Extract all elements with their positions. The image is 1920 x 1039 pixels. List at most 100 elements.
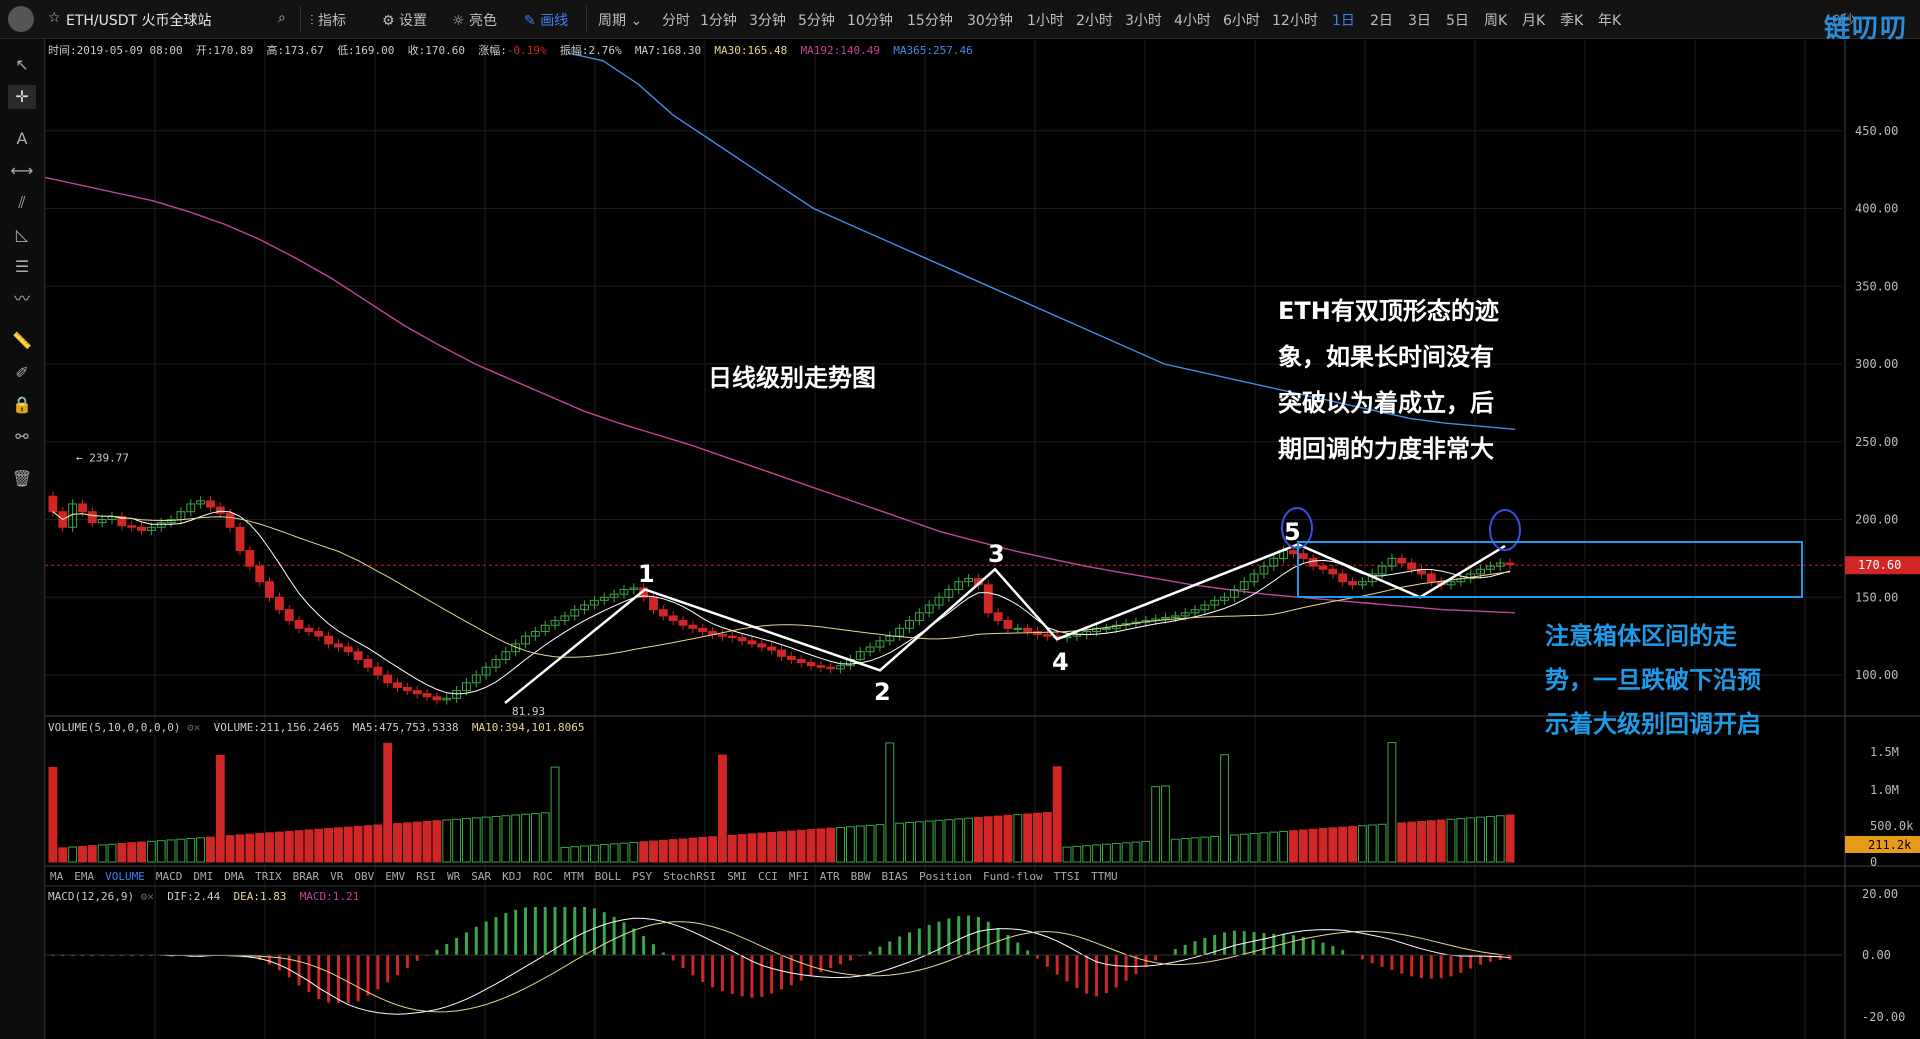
period-20[interactable]: 年K [1598, 10, 1621, 30]
search-icon[interactable]: ⌕ [278, 10, 286, 26]
visibility-icon[interactable]: ⚯ [8, 425, 36, 449]
period-10[interactable]: 4小时 [1174, 10, 1211, 30]
triangle-tool-icon[interactable]: ◺ [8, 223, 36, 247]
indicator-tab-5[interactable]: DMA [224, 870, 244, 883]
crosshair-icon[interactable]: ✛ [8, 85, 36, 109]
brush-icon[interactable]: ✐ [8, 361, 36, 385]
indicator-tab-28[interactable]: TTSI [1054, 870, 1081, 883]
close-icon[interactable]: ✕ [194, 721, 201, 734]
trash-icon[interactable]: 🗑 [8, 467, 36, 491]
macd-histogram-bar [484, 921, 488, 955]
wave-tool-icon[interactable]: 〰 [8, 287, 36, 311]
channel-tool-icon[interactable]: ⫽ [8, 191, 36, 215]
indicator-tab-23[interactable]: ATR [820, 870, 840, 883]
star-icon[interactable]: ☆ [48, 10, 61, 26]
indicator-tab-29[interactable]: TTMU [1091, 870, 1118, 883]
period-8[interactable]: 2小时 [1076, 10, 1113, 30]
indicator-tab-0[interactable]: MA [50, 870, 63, 883]
indicator-tab-9[interactable]: OBV [354, 870, 374, 883]
period-13[interactable]: 1日 [1332, 10, 1355, 30]
indicator-tab-12[interactable]: WR [447, 870, 460, 883]
period-dropdown[interactable]: 周期 ⌄ [598, 10, 642, 30]
cursor-icon[interactable]: ↖ [8, 53, 36, 77]
period-2[interactable]: 3分钟 [749, 10, 786, 30]
indicator-tab-15[interactable]: ROC [533, 870, 553, 883]
period-15[interactable]: 3日 [1408, 10, 1431, 30]
macd-label: MACD(12,26,9) [48, 890, 135, 903]
indicator-tab-16[interactable]: MTM [564, 870, 584, 883]
candle-body [402, 686, 412, 692]
draw-button[interactable]: ✎ 画线 [524, 10, 568, 30]
indicator-tab-18[interactable]: PSY [632, 870, 652, 883]
volume-bar [708, 836, 718, 863]
period-7[interactable]: 1小时 [1027, 10, 1064, 30]
low-marker: 81.93 [512, 705, 545, 718]
volume-bar [117, 843, 127, 863]
fibonacci-tool-icon[interactable]: ☰ [8, 255, 36, 279]
volume-bar [1456, 818, 1466, 863]
indicator-tab-22[interactable]: MFI [789, 870, 809, 883]
candle-body [324, 635, 334, 645]
period-0[interactable]: 分时 [662, 10, 690, 30]
volume-bar [1180, 838, 1190, 863]
indicator-tab-21[interactable]: CCI [758, 870, 778, 883]
candle-body [1101, 627, 1111, 630]
indicator-tab-20[interactable]: SMI [727, 870, 747, 883]
period-3[interactable]: 5分钟 [798, 10, 835, 30]
volume-bar [1141, 840, 1151, 863]
macd-histogram-bar [1154, 955, 1158, 961]
period-5[interactable]: 15分钟 [907, 10, 953, 30]
volume-axis-label: 1.5M [1870, 745, 1899, 759]
indicator-tab-2[interactable]: VOLUME [105, 870, 145, 883]
indicator-tab-8[interactable]: VR [330, 870, 343, 883]
indicator-tab-26[interactable]: Position [919, 870, 972, 883]
indicators-button[interactable]: ⫶ 指标 [310, 10, 346, 30]
period-6[interactable]: 30分钟 [967, 10, 1013, 30]
macd-histogram-bar [711, 955, 715, 988]
indicator-tab-27[interactable]: Fund-flow [983, 870, 1043, 883]
period-9[interactable]: 3小时 [1125, 10, 1162, 30]
kline-chart[interactable]: 450.00400.00350.00300.00250.00200.00150.… [0, 0, 1920, 1039]
period-4[interactable]: 10分钟 [847, 10, 893, 30]
period-16[interactable]: 5日 [1446, 10, 1469, 30]
indicator-tab-19[interactable]: StochRSI [663, 870, 716, 883]
indicator-tab-7[interactable]: BRAR [293, 870, 320, 883]
indicator-tab-11[interactable]: RSI [416, 870, 436, 883]
candle-body [412, 690, 422, 695]
line-tool-icon[interactable]: ⟷ [8, 159, 36, 183]
macd-histogram-bar [504, 913, 508, 955]
symbol-name[interactable]: ETH/USDT 火币全球站 [66, 10, 212, 30]
candle-body [993, 612, 1003, 622]
indicator-tab-24[interactable]: BBW [851, 870, 871, 883]
candle-body [658, 609, 668, 617]
period-18[interactable]: 月K [1522, 10, 1545, 30]
settings-icon[interactable]: ⚙ [187, 721, 194, 734]
period-12[interactable]: 12小时 [1272, 10, 1318, 30]
indicator-tab-1[interactable]: EMA [74, 870, 94, 883]
macd-histogram-bar [691, 955, 695, 976]
period-19[interactable]: 季K [1560, 10, 1583, 30]
ruler-icon[interactable]: 📏 [8, 329, 36, 353]
indicator-tab-25[interactable]: BIAS [881, 870, 908, 883]
macd-histogram-bar [415, 955, 419, 961]
period-14[interactable]: 2日 [1370, 10, 1393, 30]
candle-body [786, 655, 796, 660]
brightness-button[interactable]: ☼ 亮色 [452, 10, 497, 30]
lock-icon[interactable]: 🔒 [8, 393, 36, 417]
candle-body [245, 550, 255, 567]
indicator-tab-17[interactable]: BOLL [595, 870, 622, 883]
period-17[interactable]: 周K [1484, 10, 1507, 30]
indicator-tab-3[interactable]: MACD [156, 870, 183, 883]
indicator-tab-13[interactable]: SAR [471, 870, 491, 883]
period-11[interactable]: 6小时 [1223, 10, 1260, 30]
period-1[interactable]: 1分钟 [700, 10, 737, 30]
indicator-tab-14[interactable]: KDJ [502, 870, 522, 883]
settings-button[interactable]: ⚙ 设置 [382, 10, 427, 30]
close-icon[interactable]: ✕ [147, 890, 154, 903]
indicator-tab-10[interactable]: EMV [385, 870, 405, 883]
text-icon[interactable]: A [8, 127, 36, 151]
indicator-tab-6[interactable]: TRIX [255, 870, 282, 883]
indicator-tab-4[interactable]: DMI [193, 870, 213, 883]
indicators-label: 指标 [317, 13, 346, 29]
top-toolbar: ☆ ETH/USDT 火币全球站 ⌕ ⫶ 指标 ⚙ 设置 ☼ 亮色 ✎ 画线 周… [0, 0, 1920, 44]
